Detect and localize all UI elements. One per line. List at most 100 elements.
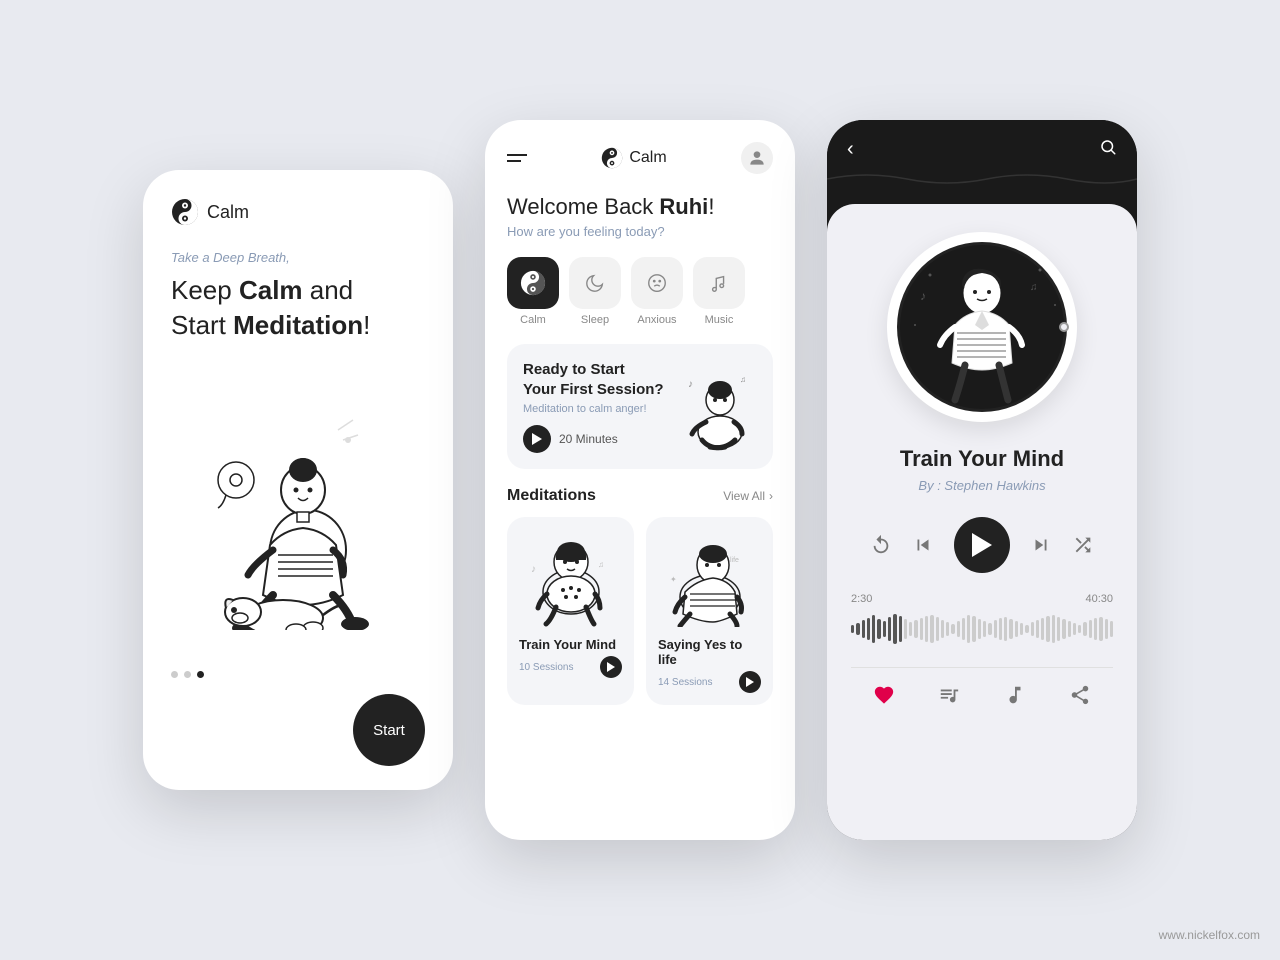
time-total: 40:30	[1085, 593, 1113, 605]
waveform-bar-6	[883, 621, 886, 637]
share-button[interactable]	[1063, 678, 1097, 712]
progress-times: 2:30 40:30	[851, 593, 1113, 605]
waveform-bar-13	[920, 618, 923, 640]
meditation-card-1[interactable]: ♪ ♫ Train Your Mind 10 Sessions	[507, 517, 634, 705]
phone-home: Calm Welcome Back Ruhi! How are you feel…	[485, 120, 795, 840]
waveform-bar-36	[1041, 618, 1044, 640]
mood-anxious-label: Anxious	[637, 314, 676, 326]
start-button[interactable]: Start	[353, 694, 425, 766]
splash-illustration-area	[171, 359, 425, 671]
back-button[interactable]: ‹	[847, 138, 854, 161]
headline-middle: and	[303, 275, 354, 305]
waveform-bar-37	[1046, 616, 1049, 642]
play-icon-main	[972, 533, 992, 557]
shuffle-icon	[1072, 534, 1094, 556]
play-pause-button[interactable]	[954, 517, 1010, 573]
waveform-bar-14	[925, 616, 928, 642]
waveform-bar-4	[872, 615, 875, 643]
play-icon-mini-2	[746, 677, 754, 687]
session-card-desc: Meditation to calm anger!	[523, 403, 677, 415]
meditation-card-1-play[interactable]	[600, 656, 622, 678]
yin-yang-logo	[171, 198, 199, 226]
wave-area	[827, 161, 1137, 192]
first-session-card: Ready to StartYour First Session? Medita…	[507, 344, 773, 469]
nav-bar: Calm	[507, 142, 773, 174]
view-all-btn[interactable]: View All ›	[723, 489, 773, 503]
headline-bold1: Calm	[239, 275, 303, 305]
waveform-bar-42	[1073, 623, 1076, 635]
phone-player: ‹	[827, 120, 1137, 840]
waveform-bar-0	[851, 625, 854, 633]
play-icon	[532, 433, 542, 445]
favorite-button[interactable]	[867, 678, 901, 712]
album-art-inner: ♪ ♫	[897, 242, 1067, 412]
waveform-bar-26	[988, 623, 991, 635]
welcome-prefix: Welcome Back	[507, 194, 659, 219]
waveform-bar-38	[1052, 615, 1055, 643]
playlist-button[interactable]	[932, 678, 966, 712]
track-title: Train Your Mind	[900, 446, 1064, 472]
search-button[interactable]	[1099, 138, 1117, 161]
avatar-icon	[747, 148, 767, 168]
user-avatar[interactable]	[741, 142, 773, 174]
waveform-bar-47	[1099, 617, 1102, 641]
hamburger-menu[interactable]	[507, 154, 527, 162]
hamburger-line-1	[507, 154, 527, 156]
splash-tagline: Take a Deep Breath,	[171, 250, 425, 265]
mood-calm[interactable]: Calm	[507, 257, 559, 326]
nav-yin-yang	[601, 147, 623, 169]
meditation-card-2-sessions: 14 Sessions	[658, 677, 712, 688]
watermark: www.nickelfox.com	[1159, 928, 1260, 942]
meditation-card-2-title: Saying Yes to life	[658, 637, 761, 667]
shuffle-button[interactable]	[1072, 534, 1094, 556]
waveform-bar-3	[867, 618, 870, 640]
track-author: By : Stephen Hawkins	[918, 478, 1045, 493]
meditations-title: Meditations	[507, 487, 596, 505]
waveform-bar-20	[957, 621, 960, 637]
splash-illustration	[188, 400, 408, 630]
session-play-button[interactable]	[523, 425, 551, 453]
welcome-text: Welcome Back Ruhi!	[507, 194, 773, 220]
meditation-card-2-play[interactable]	[739, 671, 761, 693]
meditation-grid: ♪ ♫ Train Your Mind 10 Sessions	[507, 517, 773, 705]
waveform-bar-7	[888, 617, 891, 641]
mood-anxious[interactable]: Anxious	[631, 257, 683, 326]
replay-button[interactable]	[870, 534, 892, 556]
waveform-bar-39	[1057, 617, 1060, 641]
headline-suffix: !	[363, 310, 370, 340]
svg-text:♫: ♫	[598, 560, 604, 569]
waveform-bar-2	[862, 620, 865, 638]
meditation-card-1-sessions: 10 Sessions	[519, 662, 573, 673]
mood-music[interactable]: Music	[693, 257, 745, 326]
train-mind-illustration: ♪ ♫	[526, 532, 616, 627]
waveform[interactable]	[851, 611, 1113, 647]
music-button[interactable]	[998, 678, 1032, 712]
view-all-text: View All	[723, 489, 765, 503]
splash-headline: Keep Calm and Start Meditation!	[171, 273, 425, 343]
album-dot	[1059, 322, 1069, 332]
meditation-card-2[interactable]: life ✦ Saying Yes to life 14 Sessions	[646, 517, 773, 705]
meditation-card-1-title: Train Your Mind	[519, 637, 622, 652]
dot-1	[171, 671, 178, 678]
share-icon	[1069, 684, 1091, 706]
heart-icon	[873, 684, 895, 706]
next-button[interactable]	[1030, 534, 1052, 556]
dot-3	[197, 671, 204, 678]
waveform-bar-21	[962, 618, 965, 640]
player-top-bar: ‹	[827, 120, 1137, 161]
logo-row: Calm	[171, 198, 425, 226]
svg-text:♪: ♪	[688, 379, 693, 390]
previous-button[interactable]	[912, 534, 934, 556]
waveform-bar-8	[893, 614, 896, 644]
waveform-bar-33	[1025, 625, 1028, 633]
waveform-bar-19	[951, 624, 954, 634]
replay-icon	[870, 534, 892, 556]
waveform-bar-11	[909, 622, 912, 636]
anxious-face-icon	[646, 272, 668, 294]
progress-section: 2:30 40:30	[851, 593, 1113, 647]
waveform-bar-34	[1031, 622, 1034, 636]
waveform-bar-5	[877, 619, 880, 639]
music-icon	[1004, 684, 1026, 706]
chevron-right-icon: ›	[769, 489, 773, 503]
mood-sleep[interactable]: Sleep	[569, 257, 621, 326]
